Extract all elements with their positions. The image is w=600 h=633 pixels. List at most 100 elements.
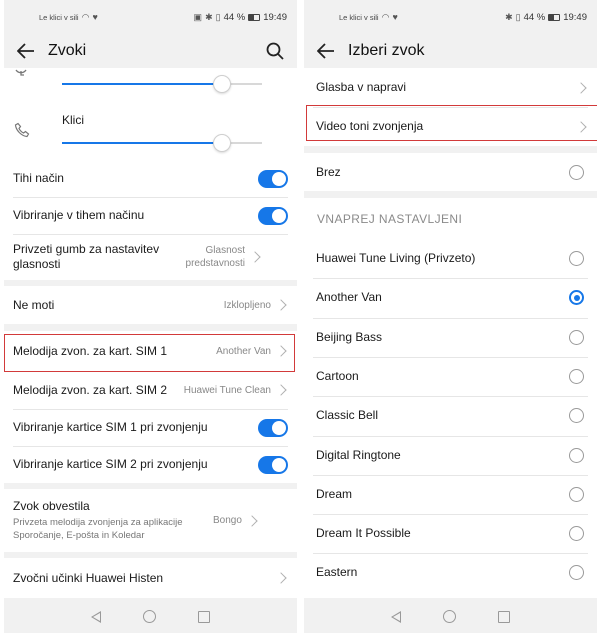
navigation-bar: [304, 600, 597, 633]
vibrate-sim2-label: Vibriranje kartice SIM 2 pri zvonjenju: [13, 457, 208, 471]
heart-icon: ♥: [92, 11, 98, 22]
nav-home-icon[interactable]: [443, 610, 456, 623]
sim-card: Melodija zvon. za kart. SIM 1 Another Va…: [4, 331, 297, 483]
phone-icon: [14, 122, 30, 143]
volume-card: Klici: [4, 68, 297, 160]
nav-back-icon[interactable]: [91, 610, 101, 623]
wifi-icon: ◠: [381, 11, 390, 22]
select-sound-screen: Le klici v sili ◠ ♥ ✱ ▯ 44 % 19:49 Izber…: [304, 0, 597, 633]
header: Izberi zvok: [304, 34, 597, 68]
ringtone-radio[interactable]: [569, 526, 584, 541]
nav-back-icon[interactable]: [391, 610, 401, 623]
device-music-row[interactable]: Glasba v napravi: [304, 68, 597, 107]
page-title: Zvoki: [48, 42, 87, 59]
dnd-label: Ne moti: [13, 297, 55, 312]
ringtone-label: Dream It Possible: [316, 526, 411, 540]
ringtone-row[interactable]: Eastern: [304, 553, 597, 592]
alarm-volume-slider[interactable]: [213, 75, 231, 93]
vibrate-silent-label: Vibriranje v tihem načinu: [13, 208, 145, 222]
alarm-volume-fill: [62, 83, 222, 85]
ringtone-row[interactable]: Another Van: [304, 278, 597, 317]
sim2-ringtone-label: Melodija zvon. za kart. SIM 2: [13, 382, 168, 397]
ringtone-label: Dream: [316, 487, 353, 501]
vibrate-silent-toggle[interactable]: [258, 206, 288, 225]
sim1-ringtone-row[interactable]: Melodija zvon. za kart. SIM 1 Another Va…: [4, 331, 297, 371]
battery-icon: [548, 13, 561, 21]
bluetooth-icon: ✱: [505, 11, 513, 22]
none-card: Brez: [304, 153, 597, 191]
ringtone-row[interactable]: Cartoon: [304, 357, 597, 396]
ringtone-radio[interactable]: [569, 251, 584, 266]
ringtone-row[interactable]: Digital Ringtone: [304, 436, 597, 475]
ringtone-row[interactable]: Dream: [304, 475, 597, 514]
dnd-value: Izklopljeno: [223, 299, 271, 311]
ringtone-label: Eastern: [316, 565, 358, 579]
ringtone-radio[interactable]: [569, 487, 584, 502]
ringtone-row[interactable]: Beijing Bass: [304, 318, 597, 357]
ringtone-radio-selected[interactable]: [569, 290, 584, 305]
video-ringtones-label: Video toni zvonjenja: [316, 119, 424, 133]
ringtone-radio[interactable]: [569, 408, 584, 423]
chevron-right-icon: [275, 299, 287, 311]
page-title: Izberi zvok: [348, 42, 425, 59]
sounds-settings-screen: Le klici v sili ◠ ♥ ▣ ✱ ▯ 44 % 19:49 Zvo…: [4, 0, 297, 633]
volume-button-label: Privzeti gumb za nastavitev glasnosti: [13, 242, 160, 271]
status-bar: Le klici v sili ◠ ♥ ✱ ▯ 44 % 19:49: [304, 0, 597, 34]
source-card: Glasba v napravi Video toni zvonjenja: [304, 68, 597, 146]
vibrate-silent-row[interactable]: Vibriranje v tihem načinu: [4, 197, 297, 234]
none-option-row[interactable]: Brez: [304, 153, 597, 191]
notification-sound-block: Zvok obvestila Privzeta melodija zvonjen…: [13, 499, 213, 542]
back-arrow-icon[interactable]: [314, 39, 338, 63]
silent-mode-toggle[interactable]: [258, 169, 288, 188]
histen-row[interactable]: Zvočni učinki Huawei Histen: [4, 558, 297, 598]
chevron-right-icon: [275, 572, 287, 584]
calls-volume-slider[interactable]: [213, 134, 231, 152]
ringtone-radio[interactable]: [569, 369, 584, 384]
ringtone-row[interactable]: Huawei Tune Living (Privzeto): [304, 239, 597, 278]
ringtone-radio[interactable]: [569, 330, 584, 345]
preset-section-header: VNAPREJ NASTAVLJENI: [317, 212, 463, 226]
nav-recent-icon[interactable]: [198, 610, 210, 623]
vibrate-sim1-toggle[interactable]: [258, 418, 288, 437]
volume-button-row[interactable]: Privzeti gumb za nastavitev glasnosti Gl…: [4, 234, 297, 280]
heart-icon: ♥: [392, 11, 398, 22]
sim2-ringtone-row[interactable]: Melodija zvon. za kart. SIM 2 Huawei Tun…: [4, 371, 297, 409]
chevron-right-icon: [246, 514, 258, 527]
silent-mode-row[interactable]: Tihi način: [4, 160, 297, 197]
ringtone-row[interactable]: Classic Bell: [304, 396, 597, 435]
dnd-row[interactable]: Ne moti Izklopljeno: [4, 286, 297, 324]
ringtone-row[interactable]: Dream It Possible: [304, 514, 597, 553]
calls-volume-label: Klici: [62, 113, 85, 127]
nfc-icon: ▣: [193, 11, 203, 22]
notification-sound-value: Bongo: [213, 515, 242, 526]
notification-sound-description: Privzeta melodija zvonjenja za aplikacij…: [13, 517, 183, 541]
search-icon[interactable]: [263, 39, 287, 63]
notification-card: Zvok obvestila Privzeta melodija zvonjen…: [4, 489, 297, 552]
chevron-right-icon: [575, 81, 587, 94]
status-bar: Le klici v sili ◠ ♥ ▣ ✱ ▯ 44 % 19:49: [4, 0, 297, 34]
navigation-bar: [4, 600, 297, 633]
video-ringtones-row[interactable]: Video toni zvonjenja: [304, 107, 597, 146]
ringtone-label: Beijing Bass: [316, 330, 383, 344]
nav-recent-icon[interactable]: [498, 610, 510, 623]
vibrate-sim2-row[interactable]: Vibriranje kartice SIM 2 pri zvonjenju: [4, 446, 297, 483]
clock-text: 19:49: [263, 11, 287, 23]
vibrate-sim2-toggle[interactable]: [258, 455, 288, 474]
notification-sound-label: Zvok obvestila: [13, 499, 90, 513]
alarm-clock-icon: [14, 68, 28, 86]
none-option-radio[interactable]: [569, 164, 584, 180]
chevron-right-icon: [249, 251, 261, 263]
battery-text: 44 %: [523, 11, 546, 23]
silent-mode-label: Tihi način: [13, 171, 64, 185]
nav-home-icon[interactable]: [143, 610, 156, 623]
carrier-text: Le klici v sili: [339, 12, 379, 22]
ringtone-radio[interactable]: [569, 448, 584, 463]
sim1-ringtone-label: Melodija zvon. za kart. SIM 1: [13, 343, 168, 358]
back-arrow-icon[interactable]: [14, 39, 38, 63]
ringtone-radio[interactable]: [569, 565, 584, 580]
wifi-icon: ◠: [81, 11, 90, 22]
notification-sound-row[interactable]: Zvok obvestila Privzeta melodija zvonjen…: [4, 489, 297, 552]
vibrate-sim1-row[interactable]: Vibriranje kartice SIM 1 pri zvonjenju: [4, 409, 297, 446]
ringtone-label: Classic Bell: [316, 408, 379, 422]
sim2-ringtone-value: Huawei Tune Clean: [183, 384, 271, 396]
